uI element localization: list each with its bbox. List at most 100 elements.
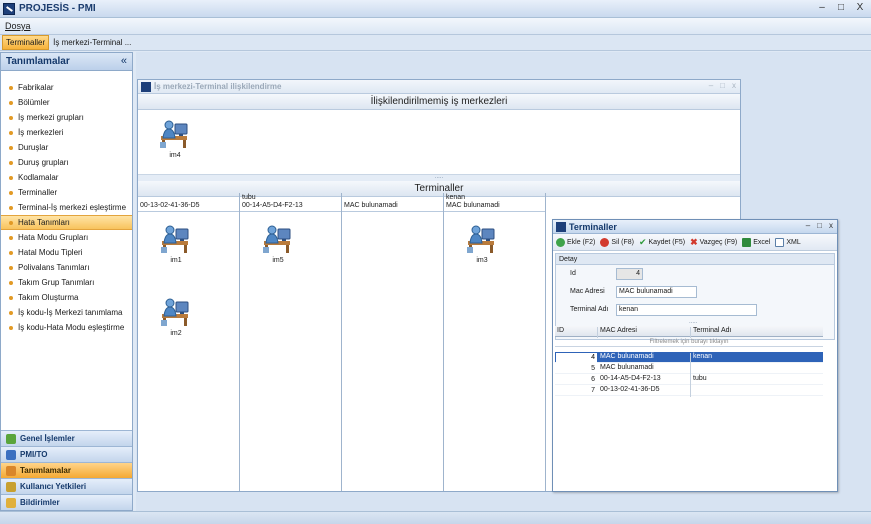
table-row[interactable]: 7 00-13-02-41-36-D5 (555, 385, 823, 397)
nav-item[interactable]: İş merkezi grupları (1, 110, 132, 125)
terminal-mac: MAC bulunamadi (344, 202, 398, 209)
nav-item[interactable]: Polivalans Tanımları (1, 260, 132, 275)
terminaller-maximize-button[interactable]: □ (817, 221, 822, 230)
col-header-id[interactable]: ID (557, 327, 564, 334)
inner-minimize-button[interactable]: – (709, 81, 713, 90)
bullet-icon (9, 100, 13, 105)
table-row[interactable]: 4 MAC bulunamadi kenan (555, 352, 823, 364)
tab-terminaller[interactable]: Terminaller (2, 35, 50, 50)
terminal-column-header: kenan MAC bulunamadi (444, 193, 545, 212)
nav-item[interactable]: Bölümler (1, 95, 132, 110)
grid-filter-row[interactable]: Filtrelemek için burayı tıklayın (555, 337, 823, 347)
mac-field[interactable]: MAC bulunamadi (616, 286, 697, 298)
nav-item-label: Takım Grup Tanımları (18, 278, 95, 287)
nav-item[interactable]: Hata Modu Grupları (1, 230, 132, 245)
inner-window-controls: – □ x (709, 81, 736, 90)
nav-item[interactable]: Takım Grup Tanımları (1, 275, 132, 290)
bullet-icon (9, 160, 13, 165)
inner-close-button[interactable]: x (732, 81, 736, 90)
name-label: Terminal Adı (570, 306, 609, 313)
terminaller-minimize-button[interactable]: – (806, 221, 810, 230)
bullet-icon (9, 85, 13, 90)
app-title: PROJESİS - PMI (19, 3, 96, 14)
work-center-item[interactable]: im1 (156, 221, 196, 264)
collapse-icon[interactable]: « (121, 55, 127, 67)
work-center-item[interactable]: im2 (156, 294, 196, 337)
mac-row: Mac Adresi MAC bulunamadi (556, 286, 836, 298)
terminaller-close-button[interactable]: x (829, 221, 833, 230)
minimize-button[interactable]: – (817, 2, 827, 14)
app-title-bar: PROJESİS - PMI – □ X (0, 0, 871, 18)
terminal-column[interactable]: tubu 00-14-A5-D4-F2-13 im5 (240, 193, 342, 491)
nav-item-label: İş kodu-İş Merkezi tanımlama (18, 308, 123, 317)
nav-group-kullanici-yetkileri[interactable]: Kullanıcı Yetkileri (1, 478, 132, 494)
menu-file[interactable]: Dosya (5, 21, 31, 31)
terminal-mac: 00-13-02-41-36-D5 (140, 202, 200, 209)
col-header-name[interactable]: Terminal Adı (693, 327, 732, 334)
terminal-column[interactable]: kenan MAC bulunamadi im3 (444, 193, 546, 491)
grid-rows: 4 MAC bulunamadi kenan 5 MAC bulunamadi 6 00-1… (555, 352, 823, 397)
nav-group-pmi-to[interactable]: PMI/TO (1, 446, 132, 462)
bullet-icon (9, 265, 13, 270)
name-row: Terminal Adı kenan (556, 304, 836, 316)
nav-item[interactable]: Kodlamalar (1, 170, 132, 185)
terminal-column-header: 00-13-02-41-36-D5 (138, 193, 239, 212)
id-label: Id (570, 270, 576, 277)
nav-group-tanimlamalar[interactable]: Tanımlamalar (1, 462, 132, 478)
work-center-item[interactable]: im3 (462, 221, 502, 264)
group-icon (6, 433, 16, 444)
workstation-icon (263, 225, 291, 253)
terminaller-window: Terminaller – □ x Ekle (F2) Sil (F8) ✔ Ka… (552, 219, 838, 492)
nav-item[interactable]: Hatal Modu Tipleri (1, 245, 132, 260)
grid-splitter[interactable]: ..... (689, 319, 697, 325)
xml-button[interactable]: XML (775, 237, 801, 247)
nav-groups: Genel İşlemler PMI/TO Tanımlamalar Kulla… (1, 430, 132, 510)
work-center-label: im5 (272, 257, 284, 264)
nav-item[interactable]: Takım Oluşturma (1, 290, 132, 305)
terminal-column[interactable]: 00-13-02-41-36-D5 im1 im2 (138, 193, 240, 491)
nav-item[interactable]: İş kodu-İş Merkezi tanımlama (1, 305, 132, 320)
nav-item[interactable]: Terminal-İş merkezi eşleştirme (1, 200, 132, 215)
nav-item-label: Polivalans Tanımları (18, 263, 90, 272)
table-row[interactable]: 6 00-14-A5-D4-F2-13 tubu (555, 374, 823, 386)
close-button[interactable]: X (855, 2, 865, 14)
document-tabs: Terminaller İş merkezi-Terminal ... (0, 35, 871, 51)
work-center-item[interactable]: im5 (258, 221, 298, 264)
add-button[interactable]: Ekle (F2) (556, 237, 595, 247)
name-field[interactable]: kenan (616, 304, 757, 316)
window-logo-icon (556, 221, 566, 232)
nav-group-genel-islemler[interactable]: Genel İşlemler (1, 430, 132, 446)
nav-item[interactable]: Fabrikalar (1, 80, 132, 95)
terminal-column[interactable]: MAC bulunamadi (342, 193, 444, 491)
nav-item[interactable]: İş kodu-Hata Modu eşleştirme (1, 320, 132, 335)
column-divider (597, 327, 598, 338)
table-row[interactable]: 5 MAC bulunamadi (555, 363, 823, 375)
cancel-button[interactable]: ✖ Vazgeç (F9) (690, 237, 737, 248)
bullet-icon (9, 250, 13, 255)
save-button[interactable]: ✔ Kaydet (F5) (639, 237, 685, 248)
nav-item-label: Hata Modu Grupları (18, 233, 89, 242)
nav-item[interactable]: Terminaller (1, 185, 132, 200)
inner-maximize-button[interactable]: □ (720, 81, 725, 90)
terminaller-title-bar[interactable]: Terminaller – □ x (553, 220, 837, 234)
bullet-icon (9, 295, 13, 300)
notification-icon (6, 497, 16, 508)
nav-item[interactable]: İş merkezleri (1, 125, 132, 140)
status-bar (0, 511, 871, 524)
tab-is-merkezi-terminal[interactable]: İş merkezi-Terminal ... (49, 35, 135, 50)
app-logo-icon (3, 2, 15, 15)
delete-button[interactable]: Sil (F8) (600, 237, 634, 247)
nav-header: Tanımlamalar « (1, 53, 132, 71)
nav-item[interactable]: Duruşlar (1, 140, 132, 155)
nav-item[interactable]: Duruş grupları (1, 155, 132, 170)
terminaller-title: Terminaller (569, 221, 617, 232)
col-header-mac[interactable]: MAC Adresi (600, 327, 637, 334)
nav-group-bildirimler[interactable]: Bildirimler (1, 494, 132, 510)
work-center-item[interactable]: im4 (155, 116, 195, 159)
nav-item[interactable]: Hata Tanımları (1, 215, 132, 230)
wrench-icon (6, 465, 16, 476)
excel-button[interactable]: Excel (742, 237, 770, 247)
bullet-icon (9, 310, 13, 315)
maximize-button[interactable]: □ (836, 2, 846, 14)
id-field[interactable]: 4 (616, 268, 643, 280)
